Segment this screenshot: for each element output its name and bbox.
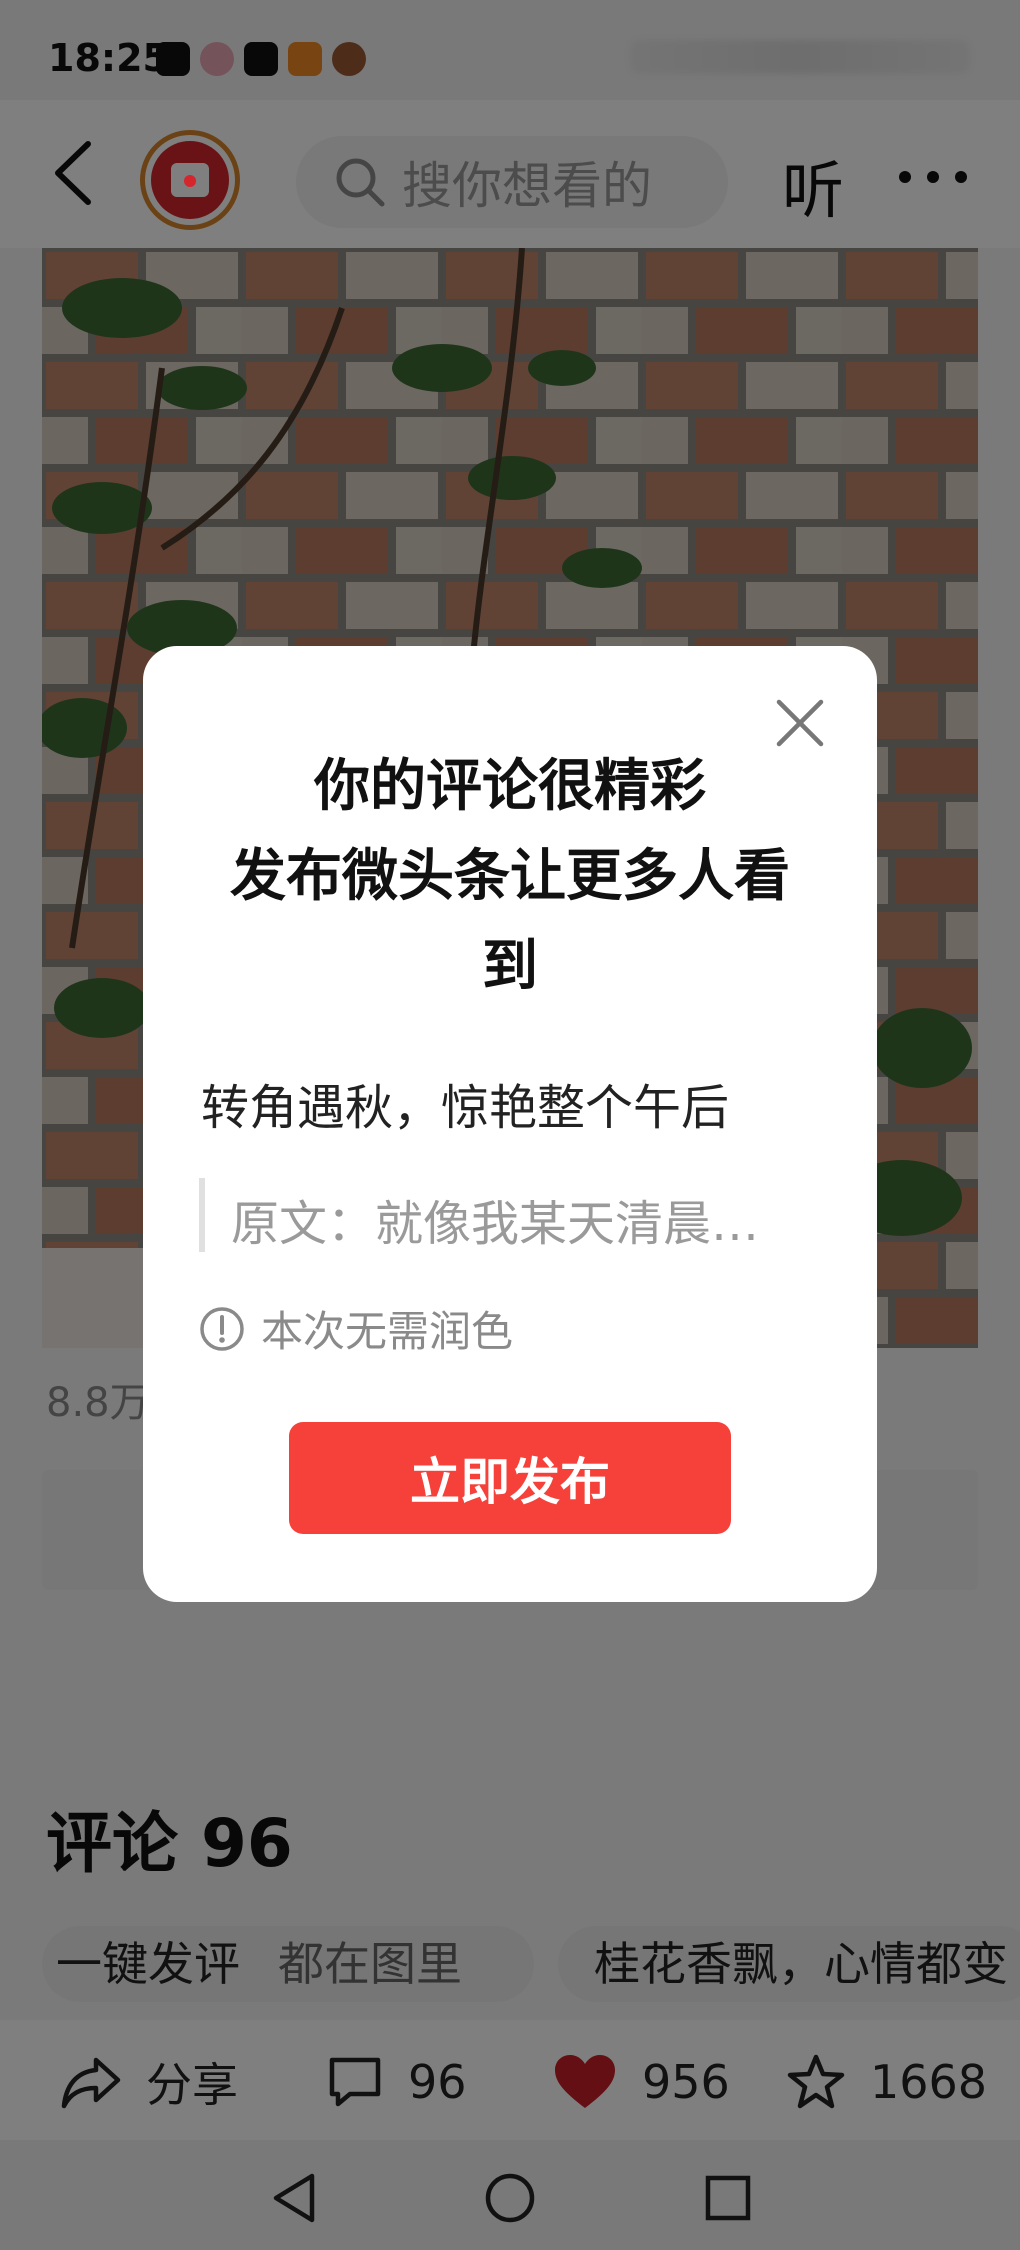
quote-bar [199,1178,205,1252]
notice-text: 本次无需润色 [261,1307,514,1356]
polish-notice: 本次无需润色 [199,1298,513,1359]
dialog-title-line-2: 发布微头条让更多人看到 [230,844,790,999]
original-text: 原文：就像我某天清晨… [231,1196,760,1252]
dialog-title: 你的评论很精彩 发布微头条让更多人看到 [203,742,817,1012]
info-icon [200,1306,244,1351]
post-text: 转角遇秋，惊艳整个午后 [201,1080,730,1136]
publish-button[interactable]: 立即发布 [289,1422,731,1534]
close-icon[interactable] [775,698,825,748]
publish-dialog: 你的评论很精彩 发布微头条让更多人看到 转角遇秋，惊艳整个午后 原文：就像我某天… [143,646,877,1602]
dialog-title-line-1: 你的评论很精彩 [314,754,706,819]
